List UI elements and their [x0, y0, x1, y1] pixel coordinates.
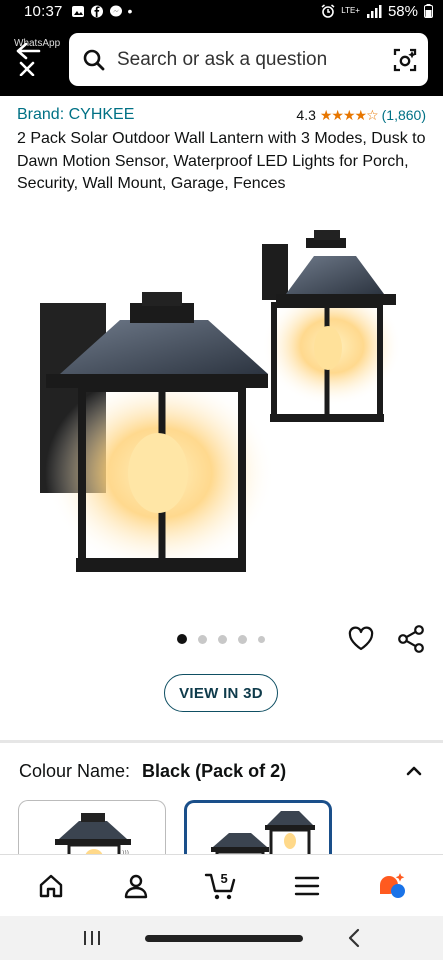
- brand-rating-row: Brand: CYHKEE 4.3 ★★★★☆ (1,860): [0, 103, 443, 127]
- colour-label: Colour Name:: [19, 760, 131, 781]
- status-bar: 10:37 • LTE+ 58%: [0, 0, 443, 22]
- colour-selector-header[interactable]: Colour Name: Black (Pack of 2): [0, 756, 443, 786]
- nav-account[interactable]: [116, 866, 156, 906]
- alarm-icon: [321, 4, 335, 18]
- account-icon: [124, 874, 148, 898]
- image-pagination[interactable]: [177, 634, 265, 644]
- home-gesture-pill[interactable]: [145, 934, 304, 942]
- pagination-dot[interactable]: [238, 634, 247, 644]
- nav-home[interactable]: [31, 866, 71, 906]
- lantern-right: [262, 230, 402, 422]
- back-arrow-icon: [16, 42, 41, 76]
- recent-apps-icon[interactable]: [82, 929, 102, 947]
- camera-scan-icon[interactable]: [392, 47, 418, 73]
- app-header: WhatsApp Search or ask a question: [0, 22, 443, 96]
- nav-menu[interactable]: [287, 866, 327, 906]
- facebook-icon: [90, 5, 103, 17]
- menu-icon: [294, 876, 320, 895]
- back-button[interactable]: [10, 40, 46, 78]
- gallery-icon: [71, 5, 84, 17]
- battery-icon: [424, 4, 433, 18]
- battery-percent: 58%: [387, 2, 418, 20]
- rufus-icon: [380, 872, 406, 898]
- rating-summary[interactable]: 4.3 ★★★★☆ (1,860): [296, 107, 426, 124]
- more-dot-icon: •: [127, 3, 133, 19]
- lantern-left: [40, 292, 275, 573]
- rating-count[interactable]: (1,860): [382, 107, 426, 123]
- colour-value: Black (Pack of 2): [142, 760, 287, 781]
- nav-rufus[interactable]: [372, 866, 412, 906]
- section-divider: [0, 740, 443, 743]
- home-icon: [39, 874, 62, 897]
- status-time: 10:37: [24, 2, 63, 20]
- network-type: LTE+: [341, 6, 360, 15]
- product-title: 2 Pack Solar Outdoor Wall Lantern with 3…: [17, 130, 426, 192]
- star-rating-icon: ★★★★☆: [319, 106, 379, 123]
- brand-link[interactable]: Brand: CYHKEE: [17, 106, 134, 124]
- status-right: LTE+ 58%: [321, 3, 433, 20]
- bottom-navigation: 5: [0, 854, 443, 916]
- system-back-icon[interactable]: [347, 928, 361, 948]
- notification-icons: •: [71, 3, 133, 19]
- rating-value: 4.3: [296, 107, 316, 123]
- messenger-icon: [109, 5, 122, 16]
- search-bar[interactable]: Search or ask a question: [69, 33, 428, 86]
- heart-icon[interactable]: [347, 625, 375, 653]
- pagination-dot[interactable]: [177, 634, 187, 644]
- view-in-3d-button[interactable]: VIEW IN 3D: [164, 674, 278, 712]
- nav-cart[interactable]: 5: [201, 866, 241, 906]
- signal-icon: [366, 4, 382, 18]
- pagination-dot[interactable]: [198, 634, 207, 644]
- pagination-dot[interactable]: [218, 634, 227, 644]
- product-image[interactable]: [30, 228, 420, 596]
- cart-count-badge: 5: [220, 870, 228, 886]
- chevron-up-icon[interactable]: [404, 761, 424, 781]
- search-input[interactable]: Search or ask a question: [117, 49, 392, 71]
- pagination-dot[interactable]: [258, 635, 265, 643]
- system-navigation-bar: [0, 916, 443, 960]
- share-icon[interactable]: [396, 624, 426, 654]
- search-icon: [83, 49, 105, 70]
